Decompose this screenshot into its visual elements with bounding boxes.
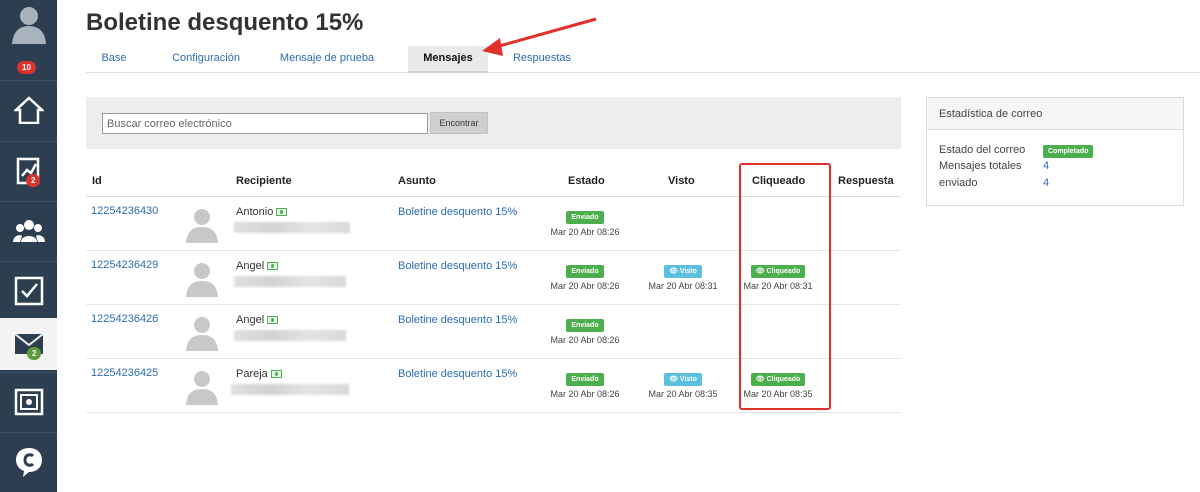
search-input[interactable] [102, 113, 428, 134]
money-icon [267, 262, 279, 270]
visto-timestamp: Mar 20 Abr 08:35 [648, 389, 718, 399]
visto-badge-label: Visto [679, 268, 697, 275]
visto-badge: 👁 Visto [664, 265, 702, 278]
col-header-asunto: Asunto [398, 175, 436, 187]
sidebar-item-contacts[interactable] [0, 205, 57, 257]
visto-timestamp: Mar 20 Abr 08:31 [648, 281, 718, 291]
col-header-recipiente: Recipiente [236, 175, 292, 187]
estado-badge: Enviado [566, 211, 604, 224]
eye-icon: 👁 [669, 268, 680, 275]
profile-badge: 10 [17, 61, 36, 74]
tab-mensaje-de-prueba[interactable]: Mensaje de prueba [274, 46, 380, 73]
subject-link[interactable]: Boletine desquento 15% [398, 206, 517, 218]
money-icon [267, 316, 279, 324]
email-stats-panel: Estadística de correo Estado del correo … [926, 97, 1184, 206]
tab-base[interactable]: Base [86, 46, 142, 73]
estado-badge: Enviado [566, 319, 604, 332]
sidebar: 10 2 2 [0, 0, 57, 492]
estado-cell: Enviado Mar 20 Abr 08:26 [540, 368, 630, 399]
avatar-icon [186, 209, 218, 243]
visto-badge: 👁 Visto [664, 373, 702, 386]
sidebar-item-mail[interactable] [0, 318, 57, 370]
recipient-name-text: Angel [236, 314, 265, 326]
home-icon [13, 96, 44, 124]
estado-cell: Enviado Mar 20 Abr 08:26 [540, 314, 630, 345]
row-id-link[interactable]: 12254236425 [91, 367, 158, 379]
status-badge: Completado [1043, 145, 1094, 158]
chat-icon [15, 448, 42, 477]
col-header-respuesta: Respuesta [838, 175, 894, 187]
stats-title: Estadística de correo [927, 98, 1183, 130]
row-id-link[interactable]: 12254236426 [91, 313, 158, 325]
recipient-name-text: Pareja [236, 368, 268, 380]
money-icon [270, 370, 282, 378]
visto-badge-label: Visto [679, 376, 697, 383]
annotation-arrow [482, 17, 597, 56]
estado-cell: Enviado Mar 20 Abr 08:26 [540, 260, 630, 291]
avatar-icon [186, 317, 218, 351]
redacted-email [231, 384, 349, 395]
redacted-email [234, 330, 346, 341]
tab-configuracion[interactable]: Configuración [162, 46, 250, 73]
row-id-link[interactable]: 12254236429 [91, 259, 158, 271]
visto-cell: 👁 Visto Mar 20 Abr 08:31 [638, 260, 728, 291]
sidebar-item-tasks[interactable] [0, 265, 57, 317]
eye-icon: 👁 [669, 376, 680, 383]
sidebar-item-chat[interactable] [0, 436, 57, 488]
recipient-name: Angel [236, 314, 279, 326]
subject-link[interactable]: Boletine desquento 15% [398, 368, 517, 380]
estado-timestamp: Mar 20 Abr 08:26 [550, 281, 620, 291]
page-title: Boletine desquento 15% [86, 9, 364, 36]
money-icon [276, 208, 288, 216]
stat-value-totales[interactable]: 4 [1043, 160, 1049, 172]
user-icon [11, 7, 46, 44]
estado-cell: Enviado Mar 20 Abr 08:26 [540, 206, 630, 237]
stat-label-enviado: enviado [939, 177, 978, 189]
avatar-icon [186, 263, 218, 297]
col-header-id: Id [92, 175, 102, 187]
recipient-name-text: Angel [236, 260, 265, 272]
estado-timestamp: Mar 20 Abr 08:26 [550, 227, 620, 237]
checkbox-icon [14, 276, 43, 306]
sidebar-item-safe[interactable] [0, 376, 57, 428]
safe-icon [14, 388, 43, 416]
stat-value-estado: Completado [1043, 144, 1094, 158]
redacted-email [234, 276, 346, 287]
estado-badge: Enviado [566, 265, 604, 278]
sidebar-item-stats[interactable] [0, 145, 57, 197]
col-header-estado: Estado [568, 175, 605, 187]
col-header-visto: Visto [668, 175, 695, 187]
estado-timestamp: Mar 20 Abr 08:26 [550, 335, 620, 345]
recipient-name: Pareja [236, 368, 282, 380]
sidebar-item-home[interactable] [0, 84, 57, 136]
estado-badge: Enviado [566, 373, 604, 386]
profile-avatar[interactable] [0, 0, 57, 48]
users-icon [12, 220, 45, 242]
visto-cell: 👁 Visto Mar 20 Abr 08:35 [638, 368, 728, 399]
subject-link[interactable]: Boletine desquento 15% [398, 314, 517, 326]
cliqueado-highlight-box [739, 163, 831, 410]
search-bar: Encontrar [86, 97, 901, 149]
stat-label-totales: Mensajes totales [939, 160, 1022, 172]
tab-bar: Base Configuración Mensaje de prueba Men… [86, 46, 1200, 73]
avatar-icon [186, 371, 218, 405]
search-button[interactable]: Encontrar [430, 112, 488, 134]
estado-timestamp: Mar 20 Abr 08:26 [550, 389, 620, 399]
subject-link[interactable]: Boletine desquento 15% [398, 260, 517, 272]
recipient-name-text: Antonio [236, 206, 274, 218]
recipient-name: Antonio [236, 206, 288, 218]
stat-value-enviado[interactable]: 4 [1043, 177, 1049, 189]
row-id-link[interactable]: 12254236430 [91, 205, 158, 217]
stat-label-estado: Estado del correo [939, 144, 1026, 156]
recipient-name: Angel [236, 260, 279, 272]
redacted-email [234, 222, 350, 233]
